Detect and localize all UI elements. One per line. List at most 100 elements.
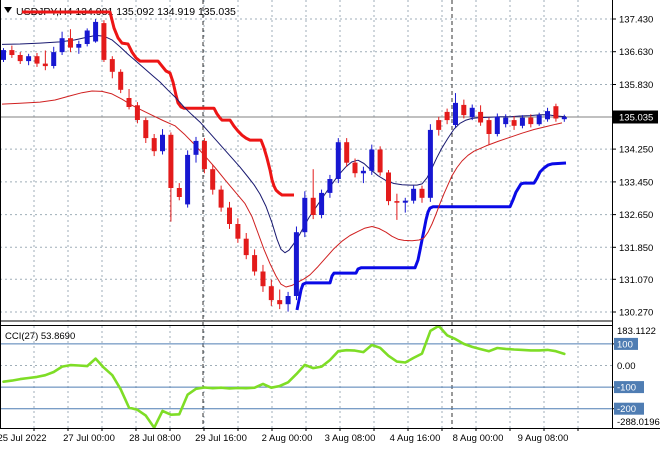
current-price-label: 135.035 — [619, 113, 653, 124]
candle-body — [427, 129, 433, 198]
usdjpy-h4-chart[interactable]: USDJPY,H4 134.981 135.092 134.919 135.03… — [0, 0, 660, 450]
price-axis-label: 132.650 — [619, 210, 653, 221]
candle-body — [494, 116, 500, 134]
price-axis-label: 133.450 — [619, 177, 653, 188]
candle-body — [185, 154, 191, 205]
candle-body — [76, 44, 82, 48]
candle-body — [302, 197, 308, 233]
candle-body — [528, 117, 534, 125]
candle-body — [268, 286, 274, 301]
candle-body — [553, 106, 559, 119]
candle-body — [260, 271, 266, 287]
candle-body — [151, 138, 157, 152]
time-axis-label: 8 Aug 00:00 — [453, 433, 504, 444]
candle — [302, 191, 308, 238]
candle — [201, 138, 207, 174]
candle-body — [252, 255, 258, 272]
price-axis-label: 136.630 — [619, 47, 653, 58]
candle-body — [419, 188, 425, 198]
price-axis-label: 131.850 — [619, 243, 653, 254]
candle — [101, 20, 107, 62]
candle — [93, 19, 99, 43]
candle-body — [126, 98, 132, 107]
candle-body — [394, 201, 400, 203]
candle-body — [402, 200, 408, 203]
candle — [185, 150, 191, 208]
candle-body — [26, 56, 32, 62]
candle-body — [277, 300, 283, 305]
candle-body — [118, 71, 124, 90]
time-axis-label: 4 Aug 16:00 — [390, 433, 441, 444]
price-axis-label: 137.430 — [619, 15, 653, 26]
time-axis-label: 9 Aug 08:00 — [518, 433, 569, 444]
candle-body — [210, 169, 216, 190]
candle — [344, 138, 350, 167]
candle-body — [42, 63, 48, 67]
candle-body — [17, 55, 23, 62]
candle-body — [545, 111, 550, 120]
cci-zero-label: 0.00 — [617, 361, 636, 372]
candle-body — [9, 50, 15, 55]
candle-body — [319, 192, 325, 215]
candle-body — [51, 52, 57, 66]
candle — [377, 146, 383, 176]
time-axis-label: 25 Jul 2022 — [0, 433, 47, 444]
candle-body — [243, 238, 249, 256]
candle-body — [444, 111, 450, 121]
candle — [386, 170, 391, 206]
mt4-chart-window: USDJPY,H4 134.981 135.092 134.919 135.03… — [0, 0, 660, 450]
candle-body — [1, 50, 6, 60]
time-axis-label: 28 Jul 08:00 — [129, 433, 181, 444]
candle-body — [478, 111, 484, 123]
candle-body — [360, 170, 366, 174]
candle-body — [352, 162, 358, 174]
candle-body — [176, 188, 182, 197]
candle-body — [109, 59, 115, 72]
candle — [335, 138, 341, 184]
candle-body — [327, 179, 333, 193]
candle-body — [335, 142, 341, 179]
price-axis-label: 134.250 — [619, 145, 653, 156]
candle-body — [519, 117, 525, 126]
candle-body — [486, 120, 492, 134]
candle-body — [511, 120, 517, 126]
candle — [427, 124, 433, 202]
candle — [293, 226, 299, 301]
candle-body — [34, 56, 40, 64]
cci-min-label: -288.0196 — [617, 417, 660, 428]
time-axis-label: 3 Aug 08:00 — [325, 433, 376, 444]
candle-body — [201, 140, 207, 170]
candle-body — [561, 117, 567, 120]
candle-body — [68, 38, 73, 48]
candle-body — [93, 21, 99, 42]
time-axis-label: 2 Aug 00:00 — [262, 433, 313, 444]
cci-max-label: 183.1122 — [617, 326, 656, 337]
cci-level-label: 100 — [617, 339, 633, 350]
chart-background — [0, 0, 660, 450]
price-axis-label: 131.070 — [619, 275, 653, 286]
candle — [319, 189, 325, 219]
candle — [494, 113, 500, 137]
cci-level-label: -200 — [617, 404, 636, 415]
candle-body — [101, 23, 107, 60]
cci-label: CCI(27) 53.8690 — [5, 331, 75, 342]
candle-body — [369, 149, 375, 171]
candle-body — [536, 115, 542, 125]
cci-level-label: -100 — [617, 383, 636, 394]
candle-body — [469, 107, 475, 118]
candle-body — [168, 134, 174, 188]
candle-body — [344, 142, 350, 163]
candle-body — [235, 224, 241, 239]
candle-body — [143, 120, 149, 139]
candle-body — [227, 207, 232, 224]
candle-body — [461, 104, 467, 116]
price-axis-label: 130.270 — [619, 307, 653, 318]
candle-body — [285, 296, 291, 305]
candle-body — [411, 188, 417, 201]
candle-body — [386, 172, 391, 202]
candle-body — [84, 30, 90, 44]
candle — [84, 28, 90, 47]
candle-body — [218, 189, 224, 208]
time-axis-label: 29 Jul 16:00 — [195, 433, 247, 444]
time-axis-label: 27 Jul 00:00 — [63, 433, 115, 444]
